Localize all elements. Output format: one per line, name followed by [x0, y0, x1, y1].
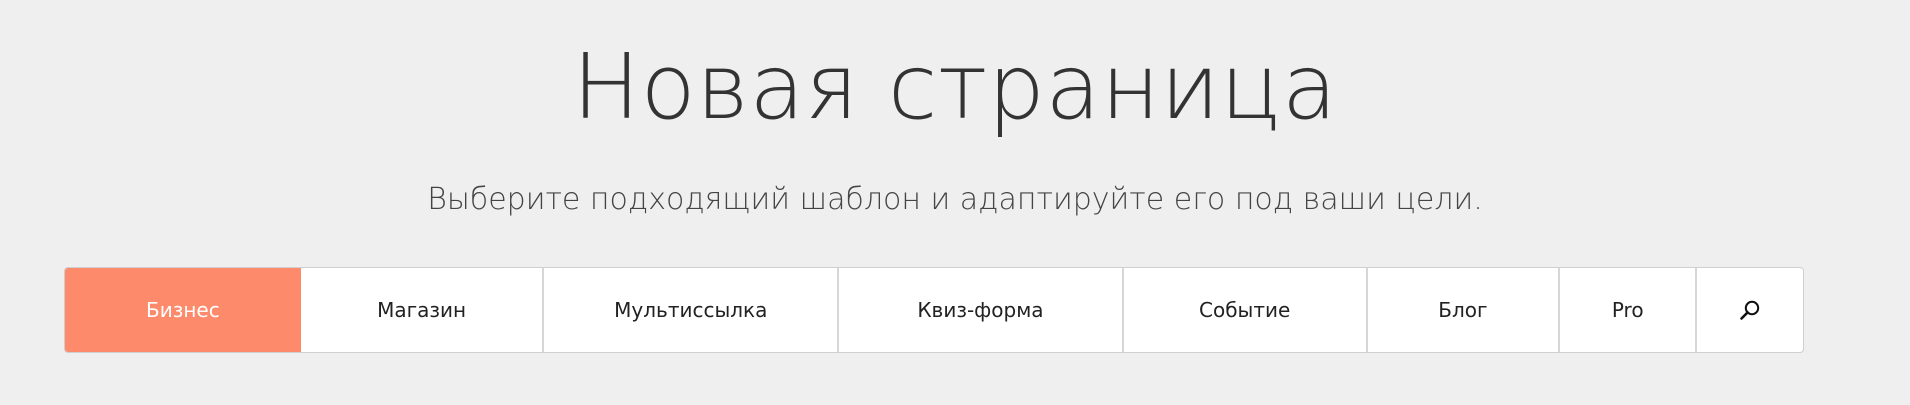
tab-pro[interactable]: Pro [1560, 268, 1698, 352]
tab-label-business: Бизнес [146, 298, 220, 322]
tab-multilink[interactable]: Мультиссылка [544, 268, 840, 352]
tab-label-blog: Блог [1438, 298, 1488, 322]
page-title: Новая страница [572, 35, 1338, 140]
tab-shop[interactable]: Магазин [301, 268, 545, 352]
page-subtitle: Выберите подходящий шаблон и адаптируйте… [427, 182, 1483, 217]
tab-event[interactable]: Событие [1124, 268, 1368, 352]
search-button[interactable] [1697, 268, 1803, 352]
tab-label-event: Событие [1199, 298, 1291, 322]
tab-business[interactable]: Бизнес [65, 268, 301, 352]
template-category-tabs: Бизнес Магазин Мультиссылка Квиз-форма С… [64, 267, 1804, 353]
search-icon [1740, 300, 1760, 320]
tab-label-shop: Магазин [377, 298, 467, 322]
tab-label-quiz-form: Квиз-форма [917, 298, 1044, 322]
tab-label-multilink: Мультиссылка [614, 298, 768, 322]
tab-quiz-form[interactable]: Квиз-форма [839, 268, 1124, 352]
tab-blog[interactable]: Блог [1368, 268, 1561, 352]
tab-label-pro: Pro [1611, 298, 1644, 322]
